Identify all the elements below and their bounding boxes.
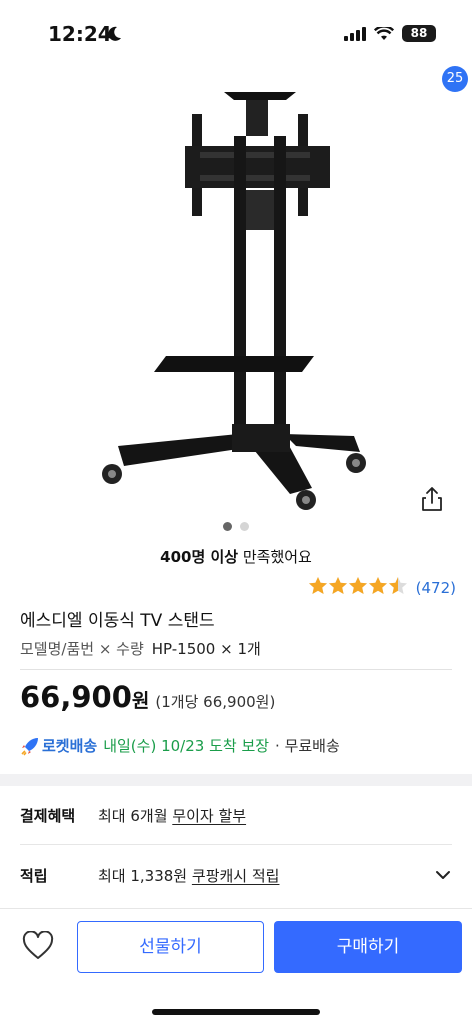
price: 66,900 원 (1개당 66,900원) xyxy=(20,680,275,714)
search-icon[interactable] xyxy=(306,76,338,108)
benefit-value: 최대 1,338원 쿠팡캐시 적립 xyxy=(98,866,280,885)
status-indicators: 88 xyxy=(344,25,436,42)
divider xyxy=(20,669,452,670)
section-separator xyxy=(0,774,472,786)
delivery-fee: · 무료배송 xyxy=(275,737,340,755)
price-amount: 66,900 xyxy=(20,680,132,714)
wifi-icon xyxy=(374,26,394,40)
bottom-action-bar: 선물하기 구매하기 xyxy=(0,908,472,1024)
pagination-dot[interactable] xyxy=(240,522,249,531)
star-icon xyxy=(348,577,367,594)
status-bar: 12:24 88 xyxy=(0,0,472,64)
delivery-date: 내일(수) 10/23 도착 보장 xyxy=(103,737,270,755)
rocket-delivery-label: 로켓배송 xyxy=(42,737,98,755)
benefit-link[interactable]: 쿠팡캐시 적립 xyxy=(192,867,280,885)
battery-indicator: 88 xyxy=(402,25,436,42)
product-image[interactable] xyxy=(0,64,472,520)
top-nav xyxy=(0,64,472,120)
delivery-info: 로켓배송 내일(수) 10/23 도착 보장 · 무료배송 xyxy=(20,735,340,756)
home-indicator xyxy=(152,1009,320,1015)
home-icon[interactable] xyxy=(364,76,394,106)
benefit-key: 적립 xyxy=(20,866,48,885)
price-currency: 원 xyxy=(131,690,150,712)
moon-icon xyxy=(108,26,121,41)
star-icon xyxy=(368,577,387,594)
buy-button[interactable]: 구매하기 xyxy=(274,921,462,973)
benefit-value: 최대 6개월 무이자 할부 xyxy=(98,806,247,825)
option-value: HP-1500 × 1개 xyxy=(151,640,261,658)
review-count[interactable]: (472) xyxy=(416,579,456,597)
price-per-unit: (1개당 66,900원) xyxy=(155,693,276,711)
gallery-pagination xyxy=(0,522,472,531)
benefit-link[interactable]: 무이자 할부 xyxy=(172,807,246,825)
cart-count-badge: 25 xyxy=(442,66,468,92)
tv-stand-illustration xyxy=(102,92,366,510)
benefit-row-points[interactable]: 적립 최대 1,338원 쿠팡캐시 적립 xyxy=(20,847,452,903)
satisfaction-rest: 만족했어요 xyxy=(238,548,312,566)
benefit-row-payment[interactable]: 결제혜택 최대 6개월 무이자 할부 xyxy=(20,787,452,843)
divider xyxy=(20,844,452,845)
benefit-key: 결제혜택 xyxy=(20,806,76,825)
satisfaction-count: 400명 이상 xyxy=(160,548,239,566)
status-time: 12:24 xyxy=(48,22,112,46)
satisfaction-text: 400명 이상 만족했어요 xyxy=(0,546,472,567)
star-icon xyxy=(308,577,327,594)
star-icon xyxy=(388,577,407,594)
share-icon[interactable] xyxy=(420,486,444,512)
star-icon xyxy=(328,577,347,594)
gift-button[interactable]: 선물하기 xyxy=(77,921,264,973)
back-arrow-icon[interactable] xyxy=(8,74,28,106)
rating[interactable]: (472) xyxy=(308,576,456,600)
option-label: 모델명/품번 × 수량 xyxy=(20,640,144,658)
rocket-icon xyxy=(21,737,38,755)
star-rating xyxy=(308,576,408,600)
product-title: 에스디엘 이동식 TV 스탠드 xyxy=(20,611,215,631)
pagination-dot-active[interactable] xyxy=(223,522,232,531)
cellular-icon xyxy=(344,26,366,41)
chevron-down-icon[interactable] xyxy=(434,866,452,884)
heart-icon[interactable] xyxy=(22,931,54,961)
product-option[interactable]: 모델명/품번 × 수량 HP-1500 × 1개 xyxy=(20,638,261,659)
